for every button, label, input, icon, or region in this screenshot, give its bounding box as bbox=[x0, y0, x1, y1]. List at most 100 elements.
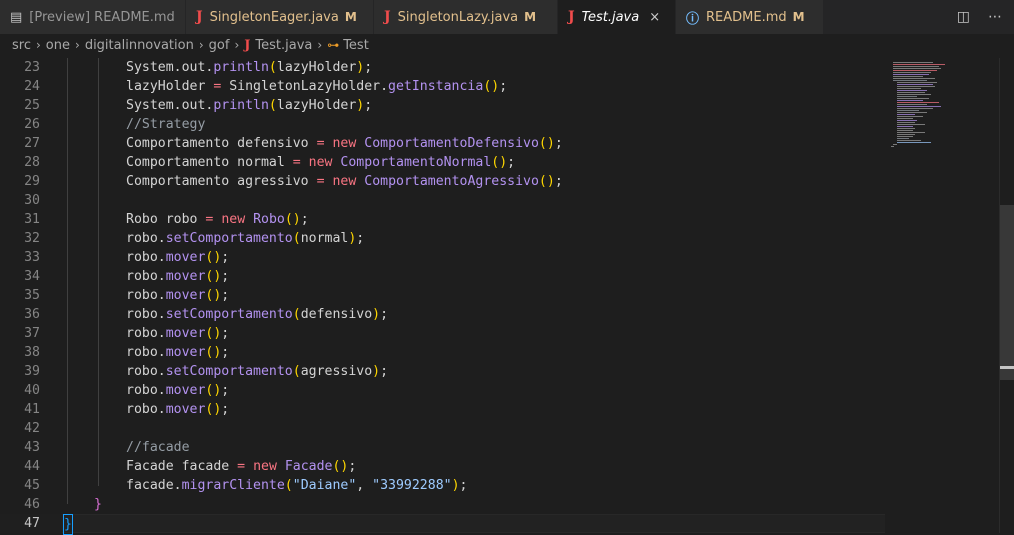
breadcrumb-item[interactable]: Test bbox=[343, 38, 369, 53]
code-line: 45 facade.migrarCliente("Daiane", "339922… bbox=[0, 476, 885, 495]
minimap-line bbox=[897, 108, 933, 109]
java-icon: J bbox=[244, 37, 251, 53]
code-comment: //facade bbox=[126, 440, 190, 455]
line-number: 25 bbox=[24, 98, 40, 113]
line-number: 42 bbox=[24, 421, 40, 436]
code-text: robo.mover(); bbox=[126, 402, 230, 417]
breadcrumb-item[interactable]: Test.java bbox=[255, 38, 312, 53]
code-text: System.out.println(lazyHolder); bbox=[126, 60, 373, 75]
minimap-line bbox=[897, 100, 923, 101]
code-line: 44 Facade facade = new Facade(); bbox=[0, 457, 885, 476]
minimap-line bbox=[897, 118, 913, 119]
code-line: 39 robo.setComportamento(agressivo); bbox=[0, 362, 885, 381]
code-text: Comportamento normal = new Comportamento… bbox=[126, 155, 516, 170]
breadcrumb-item[interactable]: gof bbox=[209, 38, 230, 53]
minimap-line bbox=[897, 90, 927, 91]
line-number: 38 bbox=[24, 345, 40, 360]
code-text: System.out.println(lazyHolder); bbox=[126, 98, 373, 113]
code-line: 27 Comportamento defensivo = new Comporta… bbox=[0, 134, 885, 153]
minimap-line bbox=[897, 106, 941, 107]
preview-icon: ▤ bbox=[10, 9, 23, 25]
split-editor-icon[interactable]: ◫ bbox=[957, 9, 970, 25]
editor-actions: ◫ ⋯ bbox=[956, 0, 1014, 34]
code-text: robo.setComportamento(agressivo); bbox=[126, 364, 389, 379]
breadcrumb-item[interactable]: one bbox=[46, 38, 70, 53]
close-icon[interactable]: × bbox=[649, 10, 660, 25]
line-number: 45 bbox=[24, 478, 40, 493]
code-line: 32 robo.setComportamento(normal); bbox=[0, 229, 885, 248]
code-line: 31 Robo robo = new Robo(); bbox=[0, 210, 885, 229]
code-line: 38 robo.mover(); bbox=[0, 343, 885, 362]
line-number: 46 bbox=[24, 497, 40, 512]
code-text: lazyHolder = SingletonLazyHolder.getInst… bbox=[126, 79, 508, 94]
line-number: 40 bbox=[24, 383, 40, 398]
code-line: 25 System.out.println(lazyHolder); bbox=[0, 96, 885, 115]
minimap-line bbox=[897, 136, 913, 137]
minimap-line bbox=[897, 128, 915, 129]
line-number: 26 bbox=[24, 117, 40, 132]
minimap-line bbox=[897, 92, 925, 93]
line-number: 32 bbox=[24, 231, 40, 246]
code-line: 36 robo.setComportamento(defensivo); bbox=[0, 305, 885, 324]
tab-preview-readme[interactable]: ▤ [Preview] README.md bbox=[0, 0, 186, 34]
more-actions-icon[interactable]: ⋯ bbox=[988, 9, 1002, 25]
minimap-line bbox=[897, 126, 913, 127]
code-text: robo.mover(); bbox=[126, 383, 230, 398]
line-number: 36 bbox=[24, 307, 40, 322]
info-icon: ⓘ bbox=[686, 11, 700, 27]
line-number: 28 bbox=[24, 155, 40, 170]
scrollbar-thumb[interactable] bbox=[1000, 205, 1014, 380]
code-text: robo.setComportamento(defensivo); bbox=[126, 307, 389, 322]
code-line: 40 robo.mover(); bbox=[0, 381, 885, 400]
code-line: 28 Comportamento normal = new Comportamen… bbox=[0, 153, 885, 172]
line-number: 41 bbox=[24, 402, 40, 417]
minimap-line bbox=[891, 146, 894, 147]
cursor-position-marker bbox=[1000, 366, 1014, 369]
tab-label: SingletonLazy.java bbox=[397, 9, 519, 25]
code-editor[interactable]: 23 System.out.println(lazyHolder); 24 lazy… bbox=[0, 58, 885, 535]
vertical-scrollbar[interactable] bbox=[999, 58, 1014, 533]
chevron-right-icon: › bbox=[35, 38, 41, 52]
chevron-right-icon: › bbox=[75, 38, 80, 52]
modified-badge: M bbox=[344, 10, 357, 24]
tab-singleton-eager[interactable]: J SingletonEager.java M bbox=[186, 0, 374, 34]
minimap-line bbox=[897, 86, 935, 87]
minimap-line bbox=[893, 76, 923, 77]
closing-brace-matched: } bbox=[63, 514, 73, 535]
code-line: 24 lazyHolder = SingletonLazyHolder.getIn… bbox=[0, 77, 885, 96]
minimap-line bbox=[897, 134, 915, 135]
minimap[interactable] bbox=[885, 58, 997, 533]
closing-brace: } bbox=[94, 497, 102, 512]
line-number: 31 bbox=[24, 212, 40, 227]
code-line: 42 bbox=[0, 419, 885, 438]
breadcrumb-item[interactable]: digitalinnovation bbox=[85, 38, 194, 53]
minimap-line bbox=[893, 70, 937, 71]
minimap-line bbox=[897, 88, 921, 89]
minimap-line bbox=[897, 94, 931, 95]
tab-readme[interactable]: ⓘ README.md M bbox=[676, 0, 824, 34]
line-number: 27 bbox=[24, 136, 40, 151]
tab-test-java[interactable]: J Test.java × bbox=[558, 0, 676, 34]
class-icon: ⊶ bbox=[327, 38, 340, 52]
code-line: 41 robo.mover(); bbox=[0, 400, 885, 419]
line-number: 35 bbox=[24, 288, 40, 303]
minimap-line bbox=[897, 114, 915, 115]
minimap-line bbox=[897, 102, 939, 103]
minimap-line bbox=[897, 120, 917, 121]
modified-badge: M bbox=[524, 10, 537, 24]
chevron-right-icon: › bbox=[317, 38, 323, 52]
minimap-line bbox=[897, 116, 923, 117]
minimap-line bbox=[893, 68, 941, 69]
code-comment: //Strategy bbox=[126, 117, 206, 132]
code-line: 33 robo.mover(); bbox=[0, 248, 885, 267]
minimap-line bbox=[893, 74, 929, 75]
breadcrumb-item[interactable]: src bbox=[12, 38, 31, 53]
code-line: 46} bbox=[0, 495, 885, 514]
line-number: 29 bbox=[24, 174, 40, 189]
minimap-line bbox=[893, 62, 933, 63]
minimap-line bbox=[897, 84, 933, 85]
minimap-line bbox=[893, 144, 897, 145]
minimap-line bbox=[897, 112, 927, 113]
tab-singleton-lazy[interactable]: J SingletonLazy.java M bbox=[374, 0, 558, 34]
minimap-line bbox=[893, 72, 931, 73]
